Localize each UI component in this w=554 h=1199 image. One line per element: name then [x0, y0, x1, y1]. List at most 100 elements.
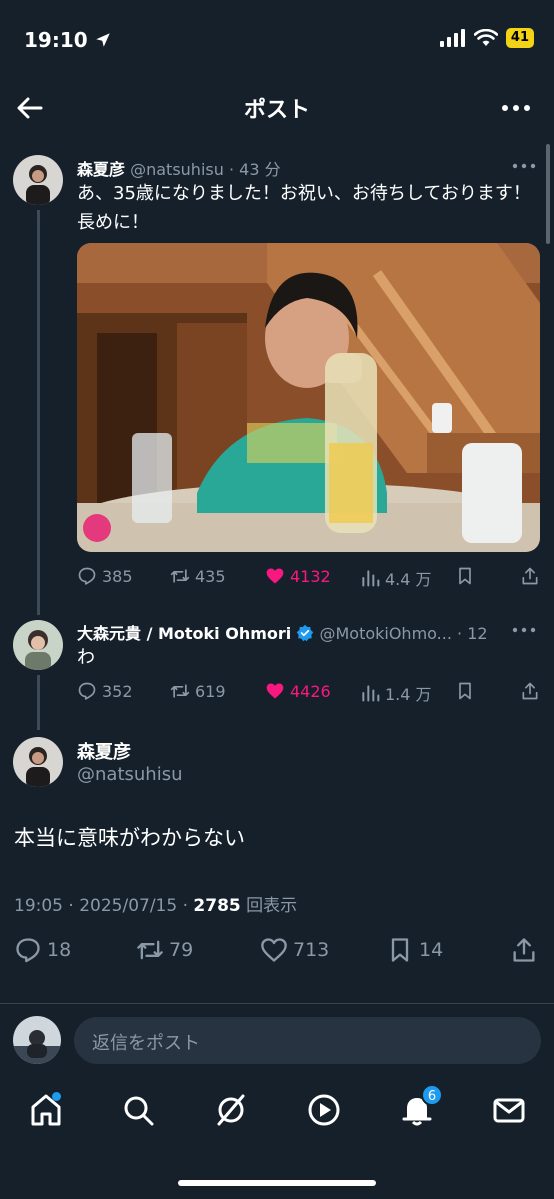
- view-count: 1.4 万: [385, 685, 432, 704]
- main-author-handle[interactable]: @natsuhisu: [77, 764, 182, 785]
- tweet-more-icon[interactable]: [512, 624, 536, 636]
- new-content-dot: [52, 1092, 61, 1101]
- share-button[interactable]: [510, 936, 538, 964]
- share-button[interactable]: [520, 681, 540, 701]
- tweet-header: 森夏彦 @natsuhisu · 43 分: [77, 156, 497, 180]
- tab-search[interactable]: [120, 1092, 160, 1132]
- tweet-time: · 12 分: [457, 624, 487, 643]
- grok-icon: [217, 1094, 245, 1126]
- reply-icon: [16, 938, 40, 963]
- avatar[interactable]: [13, 737, 63, 787]
- play-circle-icon: [308, 1094, 340, 1126]
- tweet-timestamp: 19:05 · 2025/07/15 ·: [14, 896, 194, 916]
- thread-line: [37, 210, 40, 615]
- retweet-count: 619: [195, 681, 226, 701]
- bookmark-button[interactable]: 14: [386, 936, 443, 964]
- bookmark-count: 14: [419, 939, 444, 961]
- status-icons: 41: [439, 28, 534, 48]
- tweet-time: · 43 分: [228, 160, 281, 179]
- author-name[interactable]: 森夏彦: [77, 160, 125, 179]
- share-icon: [522, 567, 538, 585]
- more-options-icon[interactable]: [500, 92, 532, 124]
- tab-video[interactable]: [306, 1092, 346, 1132]
- view-label: 回表示: [240, 896, 298, 916]
- reply-icon: [78, 682, 96, 700]
- bookmark-icon: [459, 567, 471, 585]
- retweet-button[interactable]: 79: [136, 936, 193, 964]
- share-button[interactable]: [520, 566, 540, 586]
- like-count: 4132: [290, 566, 331, 586]
- my-avatar[interactable]: [13, 1016, 61, 1064]
- tweet-more-icon[interactable]: [512, 160, 536, 172]
- mail-icon: [493, 1098, 525, 1123]
- reply-icon: [78, 567, 96, 585]
- status-time: 19:10: [24, 28, 112, 52]
- bookmark-button[interactable]: [455, 566, 475, 586]
- tab-grok[interactable]: [213, 1092, 253, 1132]
- tweet-actions: 352 619 4426 1.4 万: [77, 681, 542, 707]
- share-icon: [513, 938, 535, 962]
- reply-button[interactable]: 385: [77, 566, 133, 586]
- tab-notifications[interactable]: 6: [399, 1084, 443, 1132]
- scrollbar[interactable]: [546, 144, 550, 244]
- retweet-icon: [137, 940, 163, 960]
- location-arrow-icon: [95, 33, 110, 47]
- tweet-photo[interactable]: [77, 243, 540, 552]
- tweet-text: あ、35歳になりました！お祝い、お待ちしております！長めに！: [77, 183, 531, 233]
- reply-bar: 返信をポスト: [0, 1004, 554, 1078]
- like-count: 713: [293, 939, 330, 961]
- author-name[interactable]: 大森元貴 / Motoki Ohmori: [77, 624, 291, 643]
- heart-outline-icon: [261, 938, 287, 962]
- avatar[interactable]: [13, 155, 63, 205]
- tweet-header: 大森元貴 / Motoki Ohmori @MotokiOhmo... · 12…: [77, 620, 487, 644]
- author-handle[interactable]: @natsuhisu: [130, 160, 224, 179]
- retweet-count: 79: [169, 939, 194, 961]
- bookmark-button[interactable]: [455, 681, 475, 701]
- view-count-total: 2785: [193, 896, 241, 916]
- views-chart-icon: [362, 570, 380, 587]
- like-count: 4426: [290, 681, 331, 701]
- thread-line: [37, 675, 40, 730]
- retweet-button[interactable]: 619: [170, 681, 226, 701]
- bookmark-icon: [459, 682, 471, 700]
- notifications-badge: 6: [421, 1084, 443, 1106]
- photo-image: [77, 243, 540, 552]
- status-bar: 19:10 41: [0, 0, 554, 80]
- tab-messages[interactable]: [491, 1092, 531, 1132]
- main-tweet-actions: 18 79 713 14: [14, 936, 540, 968]
- views-button[interactable]: 1.4 万: [360, 681, 432, 705]
- retweet-button[interactable]: 435: [170, 566, 226, 586]
- verified-badge-icon: [297, 624, 314, 642]
- author-handle[interactable]: @MotokiOhmo...: [319, 624, 451, 643]
- main-tweet-text: 本当に意味がわからない: [14, 826, 245, 850]
- retweet-icon: [170, 684, 190, 698]
- share-icon: [522, 682, 538, 700]
- reply-input[interactable]: 返信をポスト: [74, 1017, 541, 1064]
- reply-button[interactable]: 352: [77, 681, 133, 701]
- tweet-actions: 385 435 4132 4.4 万: [77, 566, 542, 592]
- tweet-text: わ: [77, 647, 95, 668]
- reply-count: 352: [102, 681, 133, 701]
- battery-indicator: 41: [505, 28, 534, 48]
- main-author-name[interactable]: 森夏彦: [77, 738, 131, 764]
- views-button[interactable]: 4.4 万: [360, 566, 432, 590]
- tab-home[interactable]: [28, 1092, 68, 1132]
- tweet-meta: 19:05 · 2025/07/15 · 2785 回表示: [14, 891, 297, 916]
- status-time-text: 19:10: [24, 28, 88, 52]
- view-count: 4.4 万: [385, 570, 432, 589]
- like-button[interactable]: 4132: [265, 566, 331, 586]
- bookmark-icon: [391, 938, 409, 962]
- avatar[interactable]: [13, 620, 63, 670]
- search-icon: [124, 1096, 154, 1126]
- heart-filled-icon: [266, 683, 284, 699]
- like-button[interactable]: 713: [260, 936, 329, 964]
- page-title: ポスト: [243, 98, 310, 123]
- home-indicator: [178, 1180, 376, 1186]
- reply-count: 385: [102, 566, 133, 586]
- nav-header: ポスト: [0, 80, 554, 136]
- retweet-count: 435: [195, 566, 226, 586]
- reply-button[interactable]: 18: [14, 936, 71, 964]
- like-button[interactable]: 4426: [265, 681, 331, 701]
- reply-count: 18: [47, 939, 72, 961]
- signal-icon: [439, 29, 465, 47]
